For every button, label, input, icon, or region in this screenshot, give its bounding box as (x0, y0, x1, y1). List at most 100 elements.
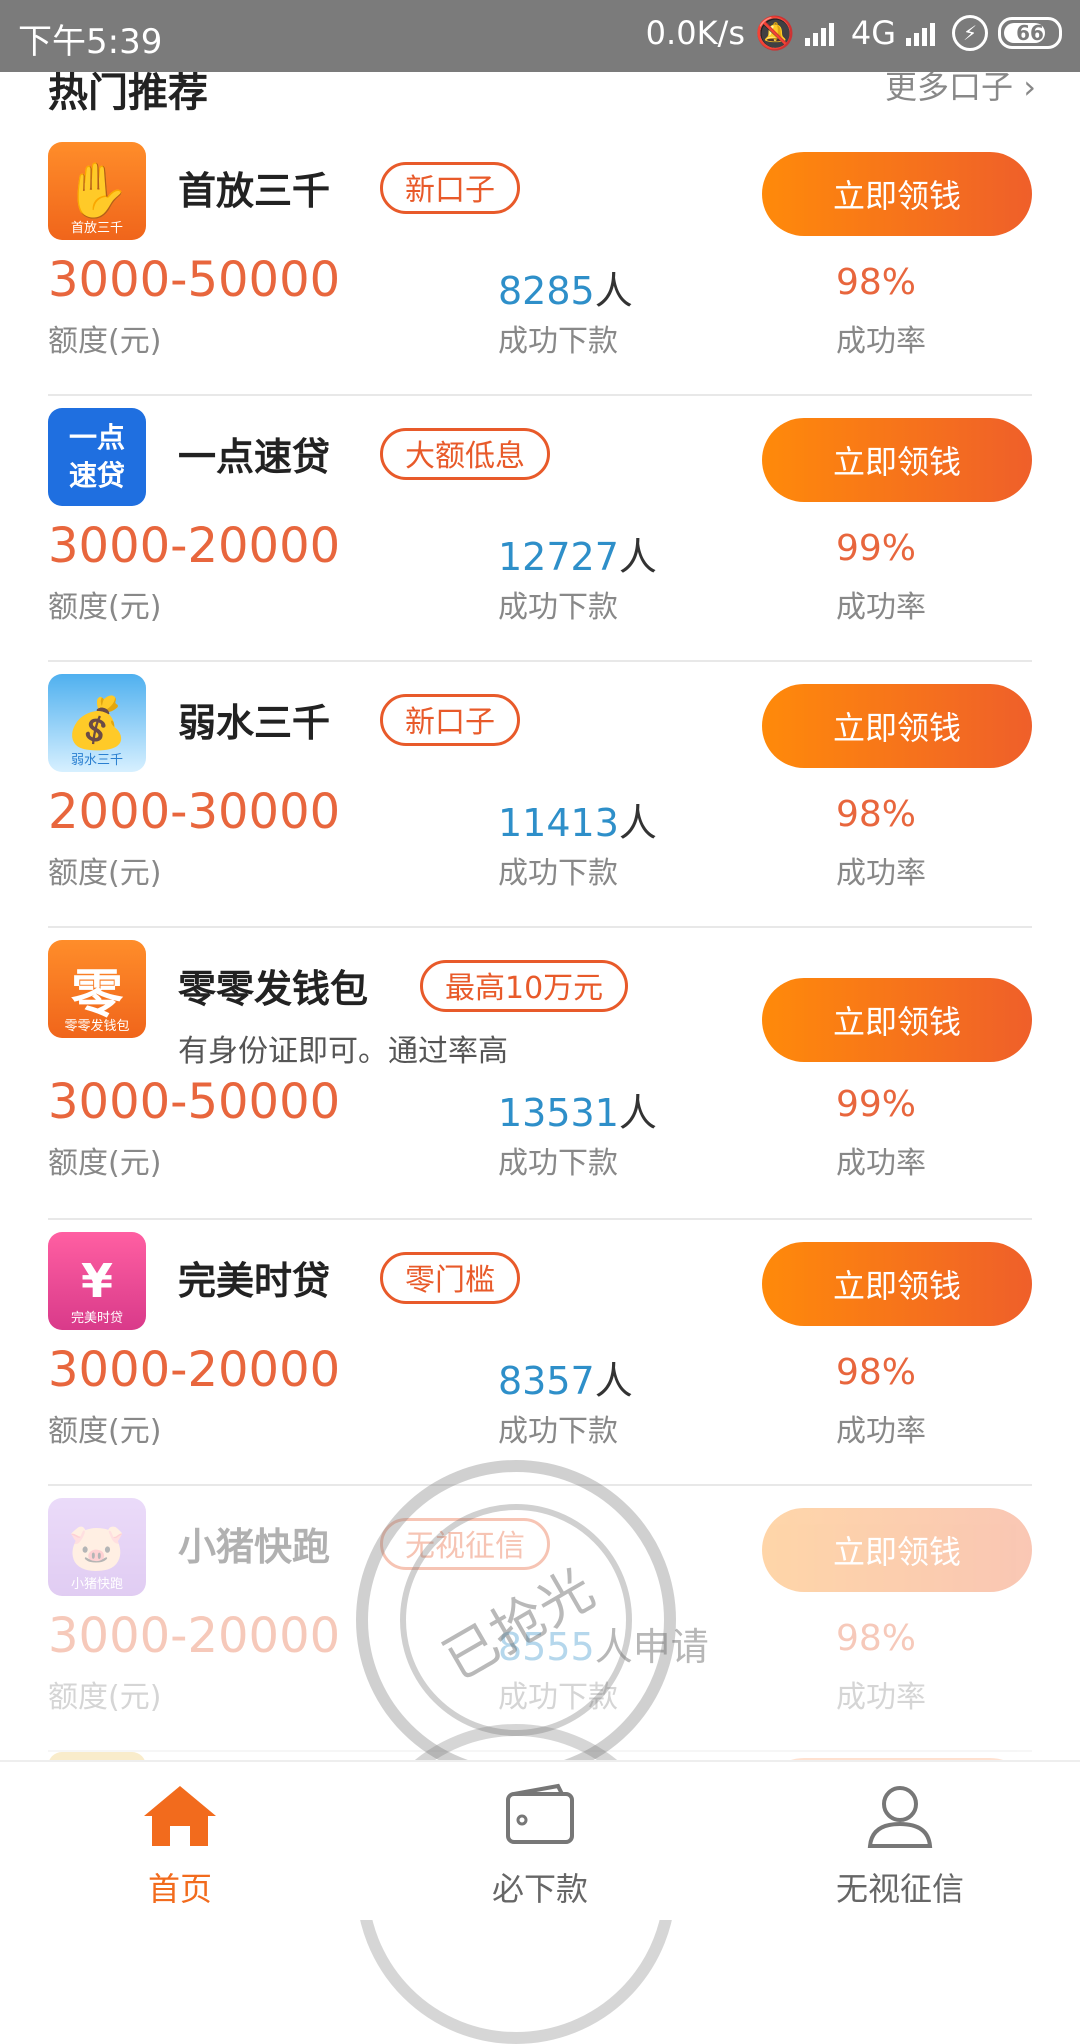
product-logo: ¥ 完美时贷 (48, 1232, 146, 1330)
success-rate: 99% (836, 1084, 917, 1125)
product-tag: 零门槛 (380, 1252, 520, 1304)
yen-bag-icon: ¥ (80, 1254, 113, 1308)
logo-caption: 弱水三千 (70, 753, 123, 768)
claim-button[interactable]: 立即领钱 (762, 152, 1032, 236)
status-right: 0.0K/s 🔕 4G ⚡ 66 (646, 14, 1062, 52)
battery-level: 66 (1016, 21, 1044, 45)
rate-label: 成功率 (836, 856, 926, 891)
claim-button[interactable]: 立即领钱 (762, 978, 1032, 1062)
amount-label: 额度(元) (48, 324, 162, 359)
product-tag: 新口子 (380, 162, 520, 214)
mute-icon: 🔕 (755, 14, 795, 52)
product-logo: ✋ 首放三千 (48, 142, 146, 240)
success-rate: 98% (836, 1618, 917, 1659)
product-tag: 大额低息 (380, 428, 550, 480)
people-unit: 人 (618, 1091, 657, 1135)
amount-label: 额度(元) (48, 856, 162, 891)
nav-home[interactable]: 首页 (0, 1762, 360, 1920)
nav-no-credit-label: 无视征信 (835, 1870, 964, 1908)
network-speed: 0.0K/s (645, 14, 745, 52)
rate-label: 成功率 (836, 1414, 926, 1449)
logo-caption: 零零发钱包 (64, 1019, 130, 1034)
money-bag-icon: 💰 (65, 693, 129, 752)
product-card[interactable]: 零 零零发钱包 零零发钱包 最高10万元 有身份证即可。通过率高 立即领钱 30… (48, 928, 1032, 1220)
product-logo: 一点速贷 (48, 408, 146, 506)
people-number: 12727 (498, 535, 619, 579)
people-unit: 人 (618, 535, 657, 579)
product-name: 小猪快跑 (178, 1525, 331, 1569)
people-unit: 人 (618, 801, 657, 845)
signal-icon (804, 20, 841, 46)
amount-range: 2000-30000 (48, 784, 341, 840)
product-logo: 零 零零发钱包 (48, 940, 146, 1038)
product-name: 完美时贷 (178, 1259, 331, 1303)
people-number: 11413 (498, 801, 619, 845)
product-tag: 最高10万元 (420, 960, 629, 1012)
bottom-nav: 首页 必下款 无视征信 (0, 1760, 1080, 1920)
charging-icon: ⚡ (952, 15, 988, 51)
success-rate: 98% (836, 1352, 917, 1393)
product-card[interactable]: ✋ 首放三千 首放三千 新口子 立即领钱 3000-50000 额度(元) 82… (48, 130, 1032, 396)
people-count: 11413人 (498, 792, 657, 847)
network-type: 4G (850, 14, 896, 52)
amount-range: 3000-50000 (48, 1074, 341, 1130)
amount-label: 额度(元) (48, 590, 162, 625)
people-number: 8285 (498, 269, 595, 313)
success-rate: 98% (836, 262, 917, 303)
people-number: 8357 (498, 1359, 595, 1403)
product-name: 弱水三千 (178, 701, 331, 745)
amount-label: 额度(元) (48, 1146, 162, 1181)
product-logo: 💰 弱水三千 (48, 674, 146, 772)
rate-label: 成功率 (836, 590, 926, 625)
more-link-label: 更多口子 (885, 68, 1014, 106)
people-number: 13531 (498, 1091, 619, 1135)
people-label: 成功下款 (498, 590, 618, 625)
rate-label: 成功率 (836, 1146, 926, 1181)
claim-button[interactable]: 立即领钱 (762, 418, 1032, 502)
people-label: 成功下款 (498, 324, 618, 359)
nav-home-label: 首页 (147, 1870, 212, 1908)
stamp-inner-ring: 已抢光 (400, 1504, 632, 1736)
nav-must-loan-label: 必下款 (491, 1870, 588, 1908)
signal-icon-2 (906, 20, 942, 46)
product-card[interactable]: ¥ 完美时贷 完美时贷 零门槛 立即领钱 3000-20000 额度(元) 83… (48, 1220, 1032, 1486)
success-rate: 98% (836, 794, 917, 835)
home-icon (144, 1786, 216, 1846)
amount-range: 3000-20000 (48, 1608, 341, 1664)
claim-button[interactable]: 立即领钱 (762, 684, 1032, 768)
amount-range: 3000-50000 (48, 252, 341, 308)
people-count: 13531人 (498, 1082, 657, 1137)
stamp-text: 已抢光 (432, 1556, 605, 1693)
status-time: 下午5:39 (18, 22, 163, 62)
amount-label: 额度(元) (48, 1414, 162, 1449)
battery-icon: 66 (998, 17, 1062, 49)
people-unit: 人 (594, 269, 633, 313)
hand-icon: ✋ (63, 159, 131, 222)
product-name: 零零发钱包 (178, 967, 369, 1011)
product-tag: 新口子 (380, 694, 520, 746)
amount-range: 3000-20000 (48, 1342, 341, 1398)
amount-label: 额度(元) (48, 1680, 162, 1715)
nav-no-credit[interactable]: 无视征信 (720, 1762, 1080, 1920)
logo-text: 一点速贷 (68, 421, 125, 492)
rate-label: 成功率 (836, 1680, 926, 1715)
logo-caption: 小猪快跑 (70, 1577, 123, 1592)
product-name: 首放三千 (178, 169, 331, 213)
pig-icon: 🐷 (68, 1519, 126, 1574)
success-rate: 99% (836, 528, 917, 569)
nav-must-loan[interactable]: 必下款 (360, 1762, 720, 1920)
amount-range: 3000-20000 (48, 518, 341, 574)
people-count: 8285人 (498, 260, 633, 315)
people-label: 成功下款 (498, 1146, 618, 1181)
product-card[interactable]: 一点速贷 一点速贷 大额低息 立即领钱 3000-20000 额度(元) 127… (48, 396, 1032, 662)
status-bar: 下午5:39 0.0K/s 🔕 4G ⚡ 66 (0, 0, 1080, 72)
product-card[interactable]: 💰 弱水三千 弱水三千 新口子 立即领钱 2000-30000 额度(元) 11… (48, 662, 1032, 928)
people-count: 8357人 (498, 1350, 633, 1405)
wallet-icon (506, 1783, 574, 1844)
chevron-right-icon: › (1023, 68, 1036, 106)
people-count: 12727人 (498, 526, 657, 581)
claim-button[interactable]: 立即领钱 (762, 1242, 1032, 1326)
people-label: 成功下款 (498, 856, 618, 891)
product-subtitle: 有身份证即可。通过率高 (178, 1034, 508, 1069)
people-unit: 人 (594, 1359, 633, 1403)
